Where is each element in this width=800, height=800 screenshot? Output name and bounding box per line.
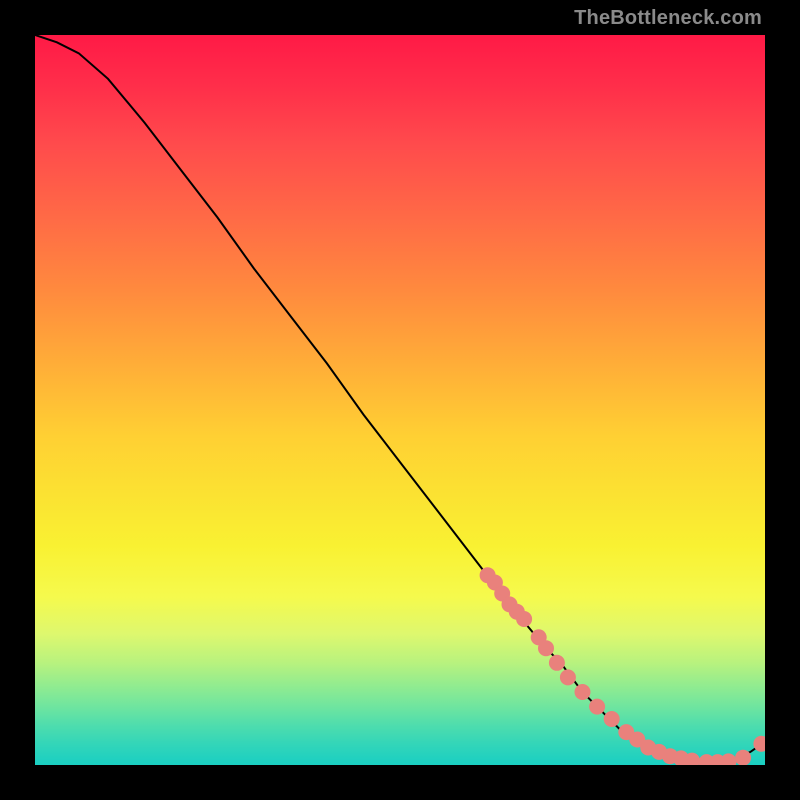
chart-svg <box>35 35 765 765</box>
marker-dot <box>549 655 565 671</box>
chart-stage: TheBottleneck.com <box>0 0 800 800</box>
marker-dot <box>560 669 576 685</box>
marker-dot <box>516 611 532 627</box>
marker-dot <box>538 640 554 656</box>
marker-dot <box>589 699 605 715</box>
marker-dot <box>735 750 751 765</box>
marker-dot <box>604 711 620 727</box>
watermark-text: TheBottleneck.com <box>574 7 762 30</box>
marker-dot <box>721 753 737 765</box>
marker-dot <box>575 684 591 700</box>
marker-dots <box>480 567 765 765</box>
bottleneck-curve <box>35 35 765 762</box>
plot-area <box>35 35 765 765</box>
